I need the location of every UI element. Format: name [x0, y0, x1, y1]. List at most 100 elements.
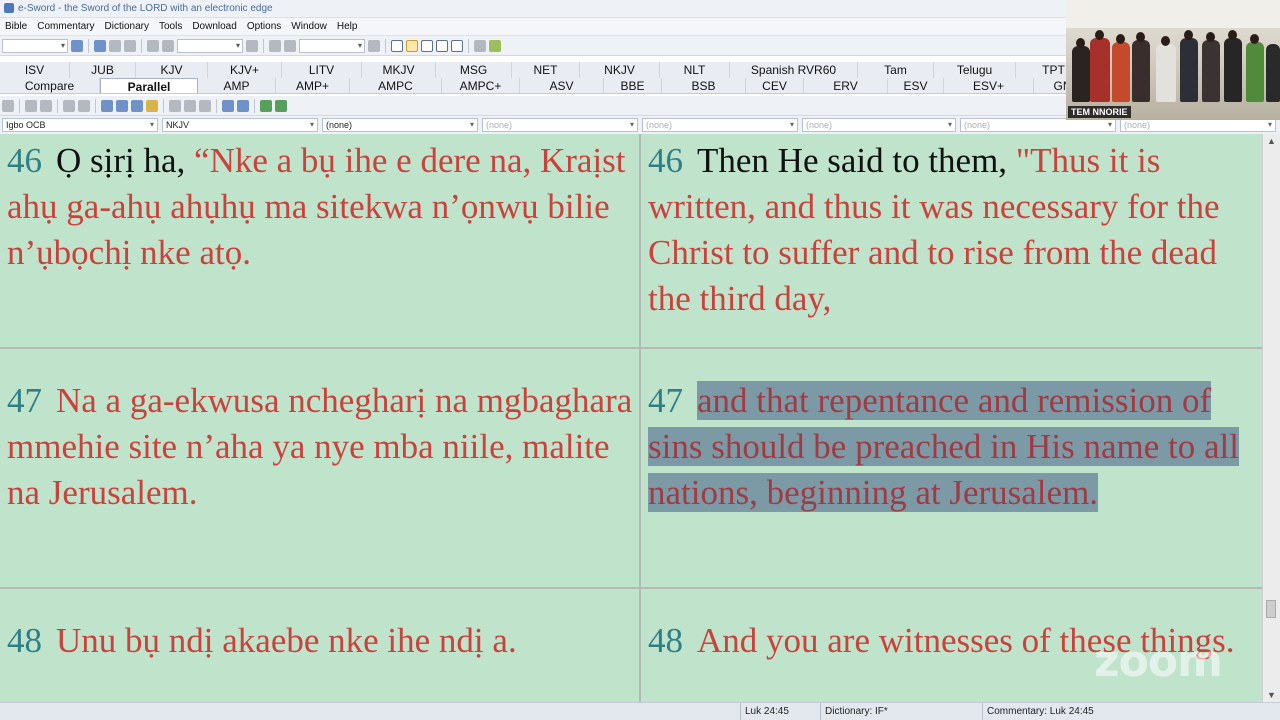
tab-bsb[interactable]: BSB [662, 78, 746, 93]
version-select-6[interactable]: (none) [802, 118, 956, 132]
version-select-3[interactable]: (none) [322, 118, 478, 132]
tab-parallel[interactable]: Parallel [100, 78, 198, 93]
tab-erv[interactable]: ERV [804, 78, 888, 93]
version-select-1[interactable]: Igbo OCB [2, 118, 158, 132]
search-icon[interactable] [162, 39, 174, 52]
tab-asv[interactable]: ASV [520, 78, 604, 93]
back-icon[interactable] [260, 99, 272, 112]
vertical-scrollbar[interactable]: ▲ ▼ [1262, 134, 1280, 702]
tools-icon[interactable] [489, 39, 501, 52]
row-divider [0, 587, 1262, 589]
participant-video[interactable]: TEM NNORIE [1066, 0, 1280, 120]
verse-47-nkjv[interactable]: 47 and that repentance and remission of s… [641, 378, 1262, 516]
lock-icon[interactable] [146, 99, 158, 112]
tab-isv[interactable]: ISV [0, 62, 70, 78]
tab-amp[interactable]: AMP [198, 78, 276, 93]
tab-jub[interactable]: JUB [70, 62, 136, 78]
verse-number: 47 [7, 381, 42, 420]
tab-tam[interactable]: Tam [858, 62, 934, 78]
tab-kjv-plus[interactable]: KJV+ [208, 62, 282, 78]
copy-icon[interactable] [101, 99, 113, 112]
tab-bbe[interactable]: BBE [604, 78, 662, 93]
tab-net[interactable]: NET [512, 62, 580, 78]
scroll-up-icon[interactable]: ▲ [1266, 136, 1277, 146]
verse-47-igbo[interactable]: 47 Na a ga-ekwusa nchegharị na mgbaghara … [0, 378, 639, 516]
tab-nkjv[interactable]: NKJV [580, 62, 660, 78]
b-layout-icon[interactable] [406, 39, 418, 52]
verse-46-nkjv[interactable]: 46 Then He said to them, "Thus it is writ… [641, 138, 1262, 322]
edit-icon[interactable] [169, 99, 181, 112]
version-select-2[interactable]: NKJV [162, 118, 318, 132]
grid-icon[interactable] [474, 39, 486, 52]
verse-number: 46 [648, 141, 683, 180]
tab-ampc[interactable]: AMPC [350, 78, 442, 93]
zoom-in-icon[interactable] [222, 99, 234, 112]
version-select-7[interactable]: (none) [960, 118, 1116, 132]
text-format-icon[interactable] [246, 39, 258, 52]
reference-combo[interactable] [2, 38, 68, 53]
zoom-icon[interactable] [368, 39, 380, 52]
video-person [1180, 38, 1198, 102]
menu-options[interactable]: Options [242, 18, 286, 35]
tab-msg[interactable]: MSG [436, 62, 512, 78]
menu-download[interactable]: Download [187, 18, 241, 35]
d-layout-icon[interactable] [436, 39, 448, 52]
columns-icon[interactable] [237, 99, 249, 112]
print-preview-icon[interactable] [40, 99, 52, 112]
font-combo[interactable] [299, 38, 365, 53]
selected-verse-text: and that repentance and remission of sin… [648, 381, 1239, 512]
binoculars-icon[interactable] [147, 39, 159, 52]
menu-dictionary[interactable]: Dictionary [100, 18, 154, 35]
forward-arrow-icon[interactable] [109, 39, 121, 52]
video-person [1090, 38, 1110, 102]
layout-icon[interactable] [391, 39, 403, 52]
search-combo[interactable] [177, 38, 243, 53]
version-select-5[interactable]: (none) [642, 118, 798, 132]
parallel-text-view[interactable]: 46 Ọ sịrị ha, “Nke a bụ ihe e dere na, Kr… [0, 134, 1262, 702]
highlight-icon[interactable] [269, 39, 281, 52]
verse-48-igbo[interactable]: 48 Unu bụ ndị akaebe nke ihe ndị a. [0, 618, 639, 664]
menu-commentary[interactable]: Commentary [32, 18, 99, 35]
version-select-4[interactable]: (none) [482, 118, 638, 132]
scroll-thumb[interactable] [1266, 600, 1276, 618]
tab-cev[interactable]: CEV [746, 78, 804, 93]
menu-window[interactable]: Window [286, 18, 332, 35]
tab-amp-plus[interactable]: AMP+ [276, 78, 350, 93]
copy-verse-icon[interactable] [116, 99, 128, 112]
status-dictionary: Dictionary: IF* [820, 703, 985, 720]
verse-46-igbo[interactable]: 46 Ọ sịrị ha, “Nke a bụ ihe e dere na, Kr… [0, 138, 639, 276]
tab-nlt[interactable]: NLT [660, 62, 730, 78]
video-ceiling [1066, 0, 1280, 28]
row-divider [0, 347, 1262, 349]
forward-icon[interactable] [275, 99, 287, 112]
layout-icon[interactable] [199, 99, 211, 112]
tab-esv[interactable]: ESV [888, 78, 944, 93]
tab-compare[interactable]: Compare [0, 78, 100, 93]
e-layout-icon[interactable] [451, 39, 463, 52]
menu-bible[interactable]: Bible [0, 18, 32, 35]
back-arrow-icon[interactable] [94, 39, 106, 52]
menu-tools[interactable]: Tools [154, 18, 187, 35]
version-select-8[interactable]: (none) [1120, 118, 1276, 132]
tab-kjv[interactable]: KJV [136, 62, 208, 78]
print-icon[interactable] [25, 99, 37, 112]
play-icon[interactable] [2, 99, 14, 112]
export-icon[interactable] [131, 99, 143, 112]
strongs-icon[interactable] [184, 99, 196, 112]
video-person [1202, 40, 1220, 102]
c-layout-icon[interactable] [421, 39, 433, 52]
edit-icon[interactable] [284, 39, 296, 52]
tab-esv-plus[interactable]: ESV+ [944, 78, 1034, 93]
tab-litv[interactable]: LITV [282, 62, 362, 78]
tab-mkjv[interactable]: MKJV [362, 62, 436, 78]
menu-help[interactable]: Help [332, 18, 363, 35]
tab-telugu[interactable]: Telugu [934, 62, 1016, 78]
delete-icon[interactable] [78, 99, 90, 112]
tab-spanish-rvr60[interactable]: Spanish RVR60 [730, 62, 858, 78]
history-icon[interactable] [124, 39, 136, 52]
video-person [1132, 40, 1150, 102]
book-icon[interactable] [71, 39, 83, 52]
scroll-down-icon[interactable]: ▼ [1266, 690, 1277, 700]
tab-ampc-plus[interactable]: AMPC+ [442, 78, 520, 93]
binoculars-icon[interactable] [63, 99, 75, 112]
